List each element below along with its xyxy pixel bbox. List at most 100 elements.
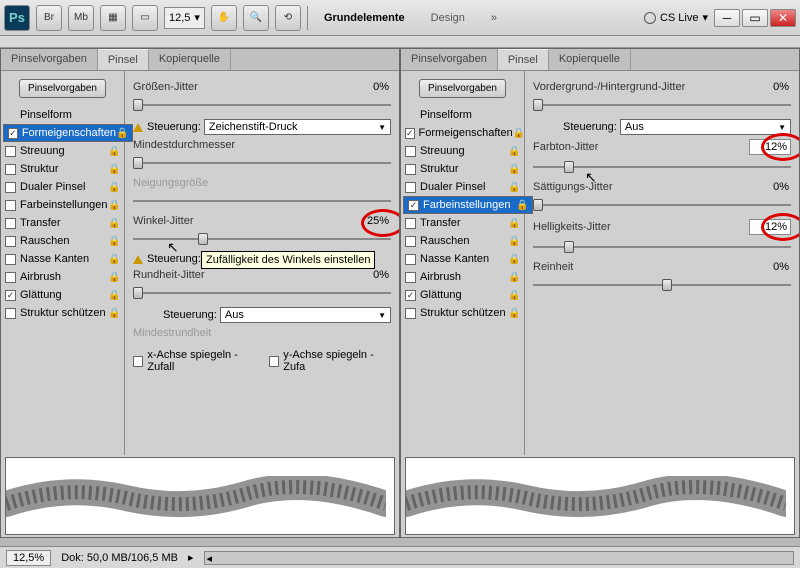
cs-live-button[interactable]: CS Live▾ [644,11,708,24]
sidebar-glaettung[interactable]: Glättung🔒 [3,286,122,304]
lock-icon[interactable]: 🔒 [108,308,120,319]
sidebar-struktur-schuetzen[interactable]: Struktur schützen🔒 [3,304,122,322]
sidebar-formeigenschaften[interactable]: Formeigenschaften🔒 [3,124,133,142]
minimize-button[interactable]: ─ [714,9,740,27]
workspace-more[interactable]: » [481,8,507,28]
tab-pinselvorgaben[interactable]: Pinselvorgaben [1,49,98,70]
checkbox-icon[interactable] [5,200,16,211]
checkbox-icon[interactable] [5,164,16,175]
lock-icon[interactable]: 🔒 [508,236,520,247]
bridge-button[interactable]: Br [36,5,62,31]
status-zoom[interactable]: 12,5% [6,550,51,566]
sidebar-airbrush[interactable]: Airbrush🔒 [3,268,122,286]
checkbox-icon[interactable] [405,236,416,247]
reinheit-slider[interactable] [533,277,791,293]
sidebar-rauschen[interactable]: Rauschen🔒 [403,232,522,250]
sidebar-glaettung[interactable]: Glättung🔒 [403,286,522,304]
tab-pinselvorgaben[interactable]: Pinselvorgaben [401,49,498,70]
winkel-jitter-value[interactable]: 25% [351,215,391,227]
lock-icon[interactable]: 🔒 [108,236,120,247]
sidebar-formeigenschaften[interactable]: Formeigenschaften🔒 [403,124,522,142]
lock-icon[interactable]: 🔒 [108,218,120,229]
sidebar-pinselform[interactable]: Pinselform [403,106,522,124]
sidebar-pinselform[interactable]: Pinselform [3,106,122,124]
checkbox-icon[interactable] [405,182,416,193]
sidebar-streuung[interactable]: Streuung🔒 [403,142,522,160]
checkbox-icon[interactable] [269,356,279,367]
checkbox-icon[interactable] [5,182,16,193]
sidebar-struktur-schuetzen[interactable]: Struktur schützen🔒 [403,304,522,322]
saettigung-slider[interactable] [533,197,791,213]
farbton-jitter-value[interactable]: 12% [749,139,791,155]
lock-icon[interactable]: 🔒 [508,290,520,301]
reinheit-value[interactable]: 0% [751,261,791,273]
sidebar-dualer-pinsel[interactable]: Dualer Pinsel🔒 [403,178,522,196]
lock-icon[interactable]: 🔒 [108,290,120,301]
steuerung-select[interactable]: Aus▼ [620,119,791,135]
lock-icon[interactable]: 🔒 [108,254,120,265]
rundheit-jitter-value[interactable]: 0% [351,269,391,281]
sidebar-dualer-pinsel[interactable]: Dualer Pinsel🔒 [3,178,122,196]
vordergrund-slider[interactable] [533,97,791,113]
vordergrund-jitter-value[interactable]: 0% [751,81,791,93]
groessen-jitter-value[interactable]: 0% [351,81,391,93]
lock-icon[interactable]: 🔒 [108,272,120,283]
lock-icon[interactable]: 🔒 [108,182,120,193]
horizontal-scrollbar[interactable]: ◂ [204,551,794,565]
checkbox-icon[interactable] [5,272,16,283]
rotate-tool-icon[interactable]: ⟲ [275,5,301,31]
tab-pinsel[interactable]: Pinsel [98,49,149,70]
lock-icon[interactable]: 🔒 [513,128,525,139]
sidebar-struktur[interactable]: Struktur🔒 [3,160,122,178]
view-icon[interactable]: ▦ [100,5,126,31]
zoom-tool-icon[interactable]: 🔍 [243,5,269,31]
farbton-slider[interactable] [533,159,791,175]
helligkeit-slider[interactable] [533,239,791,255]
lock-icon[interactable]: 🔒 [508,164,520,175]
checkbox-icon[interactable] [5,146,16,157]
steuerung-select2[interactable]: Aus▼ [220,307,391,323]
mini-bridge-button[interactable]: Mb [68,5,94,31]
pinselvorgaben-button[interactable]: Pinselvorgaben [19,79,106,98]
checkbox-icon[interactable] [405,290,416,301]
lock-icon[interactable]: 🔒 [108,146,120,157]
tab-kopierquelle[interactable]: Kopierquelle [149,49,231,70]
checkbox-icon[interactable] [405,164,416,175]
arrange-icon[interactable]: ▭ [132,5,158,31]
sidebar-nasse-kanten[interactable]: Nasse Kanten🔒 [403,250,522,268]
zoom-level-select[interactable]: 12,5▾ [164,7,205,29]
workspace-essentials[interactable]: Grundelemente [314,8,415,28]
lock-icon[interactable]: 🔒 [108,164,120,175]
checkbox-icon[interactable] [8,128,18,139]
sidebar-nasse-kanten[interactable]: Nasse Kanten🔒 [3,250,122,268]
checkbox-icon[interactable] [405,146,416,157]
sidebar-farbeinstellungen[interactable]: Farbeinstellungen🔒 [3,196,122,214]
sidebar-airbrush[interactable]: Airbrush🔒 [403,268,522,286]
sidebar-rauschen[interactable]: Rauschen🔒 [3,232,122,250]
checkbox-icon[interactable] [405,128,415,139]
sidebar-struktur[interactable]: Struktur🔒 [403,160,522,178]
lock-icon[interactable]: 🔒 [508,218,520,229]
steuerung-select[interactable]: Zeichenstift-Druck▼ [204,119,391,135]
close-button[interactable]: ✕ [770,9,796,27]
saettigung-jitter-value[interactable]: 0% [751,181,791,193]
checkbox-icon[interactable] [408,200,419,211]
winkel-slider[interactable] [133,231,391,247]
sidebar-transfer[interactable]: Transfer🔒 [403,214,522,232]
groessen-slider[interactable] [133,97,391,113]
checkbox-icon[interactable] [5,290,16,301]
lock-icon[interactable]: 🔒 [508,182,520,193]
helligkeit-jitter-value[interactable]: 12% [749,219,791,235]
lock-icon[interactable]: 🔒 [108,200,120,211]
ps-logo-icon[interactable]: Ps [4,5,30,31]
lock-icon[interactable]: 🔒 [508,146,520,157]
rundheit-slider[interactable] [133,285,391,301]
maximize-button[interactable]: ▭ [742,9,768,27]
checkbox-icon[interactable] [133,356,143,367]
checkbox-icon[interactable] [5,254,16,265]
checkbox-icon[interactable] [5,308,16,319]
lock-icon[interactable]: 🔒 [508,308,520,319]
sidebar-farbeinstellungen[interactable]: Farbeinstellungen🔒 [403,196,533,214]
checkbox-icon[interactable] [405,272,416,283]
lock-icon[interactable]: 🔒 [508,272,520,283]
